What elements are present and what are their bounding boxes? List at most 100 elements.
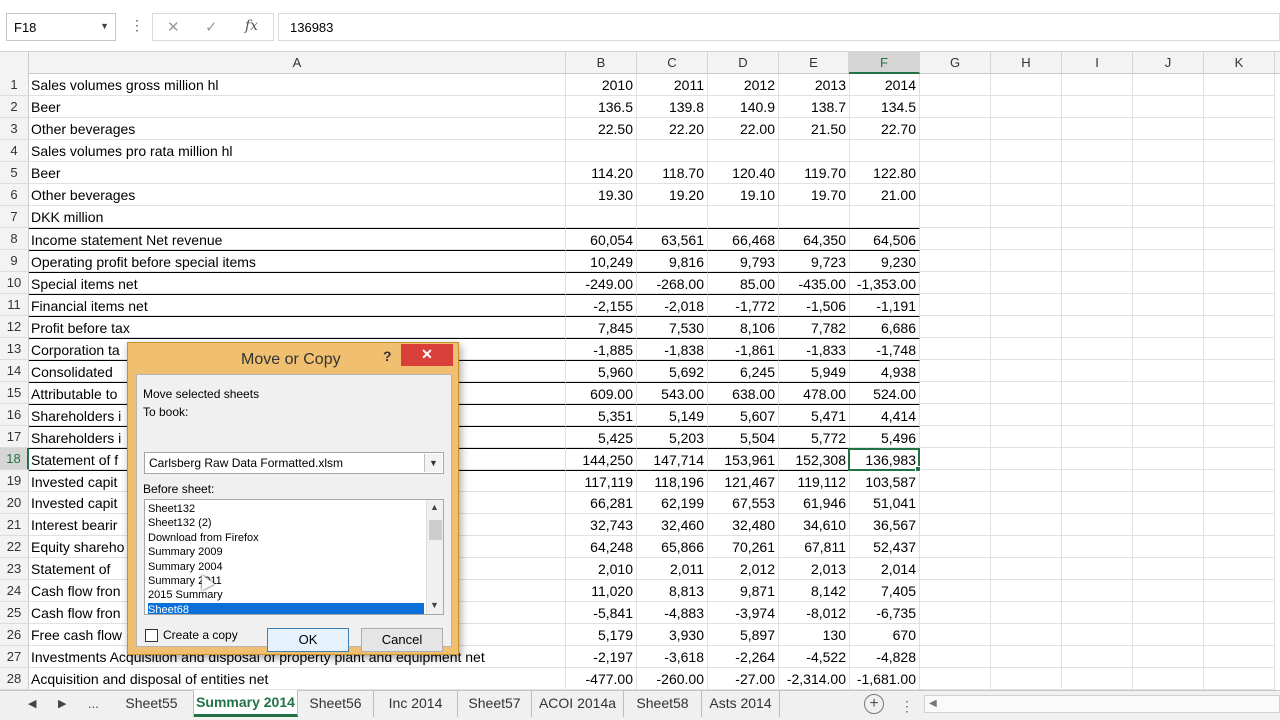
empty-cell[interactable]	[920, 316, 991, 338]
cell-value[interactable]: 64,248	[566, 536, 637, 558]
column-header-i[interactable]: I	[1062, 52, 1133, 74]
empty-cell[interactable]	[1204, 580, 1275, 602]
empty-cell[interactable]	[1062, 382, 1133, 404]
cell-value[interactable]: 21.00	[849, 184, 920, 206]
empty-cell[interactable]	[1204, 426, 1275, 448]
cell-value[interactable]: 2010	[566, 74, 637, 96]
cell-value[interactable]: 2,012	[708, 558, 779, 580]
cell-value[interactable]: 119,112	[779, 470, 850, 492]
cell-value[interactable]: 5,471	[779, 404, 850, 426]
empty-cell[interactable]	[991, 668, 1062, 690]
cell-value[interactable]: 5,960	[566, 360, 637, 382]
empty-cell[interactable]	[1133, 184, 1204, 206]
formula-input[interactable]: 136983	[278, 13, 1280, 41]
empty-cell[interactable]	[1062, 426, 1133, 448]
empty-cell[interactable]	[991, 228, 1062, 250]
cell-value[interactable]: -3,618	[637, 646, 708, 668]
empty-cell[interactable]	[1133, 228, 1204, 250]
empty-cell[interactable]	[920, 514, 991, 536]
cell-value[interactable]: 5,351	[566, 404, 637, 426]
cell-value[interactable]: 11,020	[566, 580, 637, 602]
column-header-d[interactable]: D	[708, 52, 779, 74]
cell-value[interactable]	[708, 140, 779, 162]
cell-value[interactable]: 144,250	[566, 448, 637, 470]
cell-value[interactable]: 6,245	[708, 360, 779, 382]
cell-value[interactable]: -4,828	[849, 646, 920, 668]
cell-value[interactable]: 2011	[637, 74, 708, 96]
empty-cell[interactable]	[1062, 118, 1133, 140]
empty-cell[interactable]	[991, 316, 1062, 338]
sheet-list-item[interactable]: Summary 2009	[148, 545, 424, 559]
empty-cell[interactable]	[1133, 74, 1204, 96]
cell-value[interactable]: 32,743	[566, 514, 637, 536]
empty-cell[interactable]	[1133, 624, 1204, 646]
row-header[interactable]: 27	[0, 646, 29, 668]
cell-value[interactable]: -268.00	[637, 272, 708, 294]
cell-value[interactable]: 64,506	[849, 228, 920, 250]
empty-cell[interactable]	[1062, 580, 1133, 602]
empty-cell[interactable]	[1133, 580, 1204, 602]
cell-value[interactable]: -477.00	[566, 668, 637, 690]
empty-cell[interactable]	[1062, 404, 1133, 426]
row-header[interactable]: 16	[0, 404, 29, 426]
cell-value[interactable]: 2013	[779, 74, 850, 96]
horizontal-scrollbar[interactable]: ◀	[924, 695, 1280, 713]
sheet-tab[interactable]: Summary 2014	[194, 690, 298, 717]
cell-value[interactable]: 8,142	[779, 580, 850, 602]
empty-cell[interactable]	[920, 470, 991, 492]
empty-cell[interactable]	[991, 74, 1062, 96]
row-header[interactable]: 26	[0, 624, 29, 646]
sheet-tab[interactable]: Sheet56	[298, 691, 374, 717]
cell-value[interactable]: -1,191	[849, 294, 920, 316]
empty-cell[interactable]	[1204, 96, 1275, 118]
sheet-tab[interactable]: Sheet58	[624, 691, 702, 717]
empty-cell[interactable]	[1133, 294, 1204, 316]
empty-cell[interactable]	[1062, 338, 1133, 360]
empty-cell[interactable]	[920, 140, 991, 162]
cell-label[interactable]: Beer	[29, 96, 566, 118]
cell-value[interactable]: -2,197	[566, 646, 637, 668]
empty-cell[interactable]	[1133, 382, 1204, 404]
cell-value[interactable]: 61,946	[779, 492, 850, 514]
cell-value[interactable]: 153,961	[708, 448, 779, 470]
row-header[interactable]: 25	[0, 602, 29, 624]
empty-cell[interactable]	[991, 514, 1062, 536]
empty-cell[interactable]	[1204, 382, 1275, 404]
empty-cell[interactable]	[1062, 470, 1133, 492]
tab-more-button[interactable]: ...	[88, 696, 99, 711]
cell-value[interactable]: 117,119	[566, 470, 637, 492]
empty-cell[interactable]	[920, 294, 991, 316]
cell-value[interactable]	[708, 206, 779, 228]
sheet-list-item[interactable]: Summary 2004	[148, 560, 424, 574]
cell-value[interactable]: -249.00	[566, 272, 637, 294]
row-header[interactable]: 18	[0, 448, 29, 470]
cell-value[interactable]: 22.20	[637, 118, 708, 140]
empty-cell[interactable]	[1062, 360, 1133, 382]
empty-cell[interactable]	[920, 536, 991, 558]
empty-cell[interactable]	[1062, 162, 1133, 184]
row-header[interactable]: 12	[0, 316, 29, 338]
cell-value[interactable]: 5,203	[637, 426, 708, 448]
cell-value[interactable]: -2,314.00	[779, 668, 850, 690]
cell-value[interactable]: 4,414	[849, 404, 920, 426]
chevron-down-icon[interactable]: ▼	[424, 454, 442, 472]
close-button[interactable]: ✕	[401, 344, 453, 366]
cell-value[interactable]: 5,772	[779, 426, 850, 448]
cell-value[interactable]: 65,866	[637, 536, 708, 558]
cell-value[interactable]: 5,949	[779, 360, 850, 382]
cell-value[interactable]: 19.70	[779, 184, 850, 206]
empty-cell[interactable]	[991, 470, 1062, 492]
cell-value[interactable]: 22.70	[849, 118, 920, 140]
insert-function-icon[interactable]: fx	[245, 18, 258, 34]
cell-label[interactable]: Special items net	[29, 272, 566, 294]
cell-value[interactable]: 66,468	[708, 228, 779, 250]
row-header[interactable]: 19	[0, 470, 29, 492]
empty-cell[interactable]	[1133, 250, 1204, 272]
cell-value[interactable]	[849, 140, 920, 162]
empty-cell[interactable]	[920, 162, 991, 184]
empty-cell[interactable]	[1204, 668, 1275, 690]
to-book-select[interactable]: Carlsberg Raw Data Formatted.xlsm ▼	[144, 452, 444, 474]
empty-cell[interactable]	[1062, 272, 1133, 294]
sheet-list-item[interactable]: 2015 Summary	[148, 588, 424, 602]
empty-cell[interactable]	[920, 74, 991, 96]
